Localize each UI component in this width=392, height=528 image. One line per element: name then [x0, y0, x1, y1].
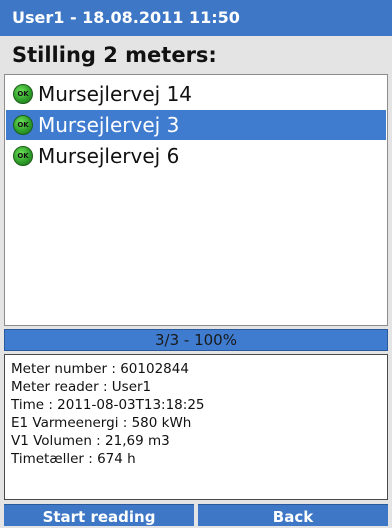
progress-label: 3/3 - 100%: [155, 331, 237, 349]
detail-meter-number: Meter number : 60102844: [11, 361, 189, 377]
meter-details-panel: Meter number : 60102844 Meter reader : U…: [4, 354, 388, 500]
title-bar: User1 - 18.08.2011 11:50: [0, 0, 392, 36]
list-item-meter-0[interactable]: OK Mursejlervej 14: [6, 79, 386, 109]
meter-name: Mursejlervej 6: [38, 144, 180, 168]
list-item-meter-2[interactable]: OK Mursejlervej 6: [6, 141, 386, 171]
meter-list[interactable]: OK Mursejlervej 14 OK Mursejlervej 3 OK …: [4, 74, 388, 326]
detail-v1-volume: V1 Volumen : 21,69 m3: [11, 433, 170, 449]
detail-time: Time : 2011-08-03T13:18:25: [11, 397, 205, 413]
ok-status-icon: OK: [13, 146, 33, 166]
meter-name: Mursejlervej 3: [38, 113, 180, 137]
meter-name: Mursejlervej 14: [38, 82, 193, 106]
back-button[interactable]: Back: [198, 504, 388, 526]
progress-bar: 3/3 - 100%: [4, 329, 388, 351]
detail-meter-reader: Meter reader : User1: [11, 379, 152, 395]
detail-e1-energy: E1 Varmeenergi : 580 kWh: [11, 415, 192, 431]
ok-status-icon: OK: [13, 84, 33, 104]
start-reading-button[interactable]: Start reading: [4, 504, 194, 526]
ok-status-icon: OK: [13, 115, 33, 135]
detail-hour-counter: Timetæller : 674 h: [11, 451, 136, 467]
page-title: Stilling 2 meters:: [12, 43, 217, 67]
title-text: User1 - 18.08.2011 11:50: [12, 8, 240, 27]
list-item-meter-1[interactable]: OK Mursejlervej 3: [6, 110, 386, 140]
